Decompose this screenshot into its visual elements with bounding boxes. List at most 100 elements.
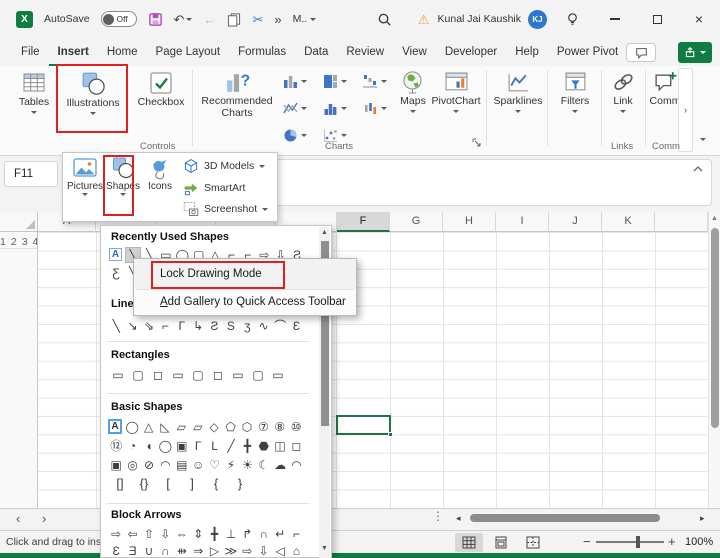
shape-item[interactable]: A	[109, 248, 122, 261]
shape-item[interactable]: ▣	[174, 438, 190, 454]
shape-item[interactable]: Γ	[174, 318, 190, 334]
shape-item[interactable]: ⌐	[288, 526, 304, 542]
shape-item[interactable]: ⇩	[256, 543, 272, 558]
illustrations-button[interactable]: Illustrations	[60, 70, 126, 115]
zoom-slider-knob[interactable]	[636, 536, 640, 548]
formula-bar-collapse-icon[interactable]	[693, 166, 703, 172]
gallery-scroll-down-icon[interactable]: ▼	[319, 545, 330, 552]
shape-item[interactable]: L	[206, 438, 222, 454]
row-header[interactable]: 2	[11, 236, 22, 249]
shape-item[interactable]: ╋	[239, 438, 255, 454]
fill-handle[interactable]	[388, 432, 393, 437]
insert-histogram-chart-button[interactable]	[323, 101, 347, 116]
maximize-button[interactable]	[636, 0, 678, 38]
shape-item[interactable]: ⌐	[157, 318, 173, 334]
shape-item[interactable]: ◺	[157, 419, 173, 435]
shape-item[interactable]: Γ	[190, 438, 206, 454]
screenshot-button[interactable]: Screenshot	[183, 201, 268, 217]
insert-waterfall-chart-button[interactable]	[363, 74, 387, 89]
ribbon-tab[interactable]: Insert	[49, 40, 98, 66]
scrollbar-splitter[interactable]: ⋮	[432, 509, 444, 523]
shape-item[interactable]: ▱	[173, 419, 189, 435]
shape-item[interactable]: ∩	[157, 543, 173, 558]
share-button[interactable]	[678, 42, 712, 63]
shape-item[interactable]: Ƹ	[108, 265, 124, 281]
smartart-button[interactable]: SmartArt	[183, 180, 245, 196]
shape-item[interactable]: ↘	[124, 318, 140, 334]
select-all-corner[interactable]	[0, 212, 38, 232]
shape-item[interactable]: ▱	[190, 419, 206, 435]
checkbox-button[interactable]: Checkbox	[134, 70, 188, 108]
shape-item[interactable]: ☺	[190, 457, 206, 473]
link-button[interactable]: Link	[604, 70, 642, 113]
ribbon-tab[interactable]: View	[393, 40, 436, 66]
zoom-level[interactable]: 100%	[685, 536, 713, 548]
warning-icon[interactable]: ⚠	[418, 13, 430, 26]
shape-item[interactable]: ◻	[208, 367, 228, 383]
insert-column-chart-button[interactable]	[283, 74, 307, 89]
shape-item[interactable]: ▢	[128, 367, 148, 383]
shape-item[interactable]: ◔	[124, 438, 140, 454]
insert-hierarchy-chart-button[interactable]	[323, 74, 347, 89]
row-header[interactable]: 4	[33, 236, 38, 249]
shape-item[interactable]: ▭	[268, 367, 288, 383]
shape-item[interactable]: ↱	[239, 526, 255, 542]
column-header[interactable]: K	[602, 212, 655, 232]
ribbon-tab[interactable]: Page Layout	[147, 40, 230, 66]
zoom-slider-track[interactable]	[596, 541, 664, 543]
insert-line-chart-button[interactable]	[283, 101, 307, 116]
copy-icon[interactable]	[227, 12, 241, 27]
shape-item[interactable]: ⚡	[223, 457, 239, 473]
shape-item[interactable]: ╱	[223, 438, 239, 454]
shape-item[interactable]: ♡	[206, 457, 222, 473]
shape-item[interactable]: ▭	[168, 367, 188, 383]
name-box[interactable]: F11	[4, 161, 58, 187]
shape-item[interactable]: ◠	[288, 457, 304, 473]
shape-item[interactable]: ∪	[141, 543, 157, 558]
shape-item[interactable]: ⬠	[222, 419, 238, 435]
shape-item[interactable]: ◎	[124, 457, 140, 473]
shape-item[interactable]: {	[204, 476, 228, 492]
shape-item[interactable]: ∿	[256, 318, 272, 334]
vertical-scroll-thumb[interactable]	[711, 228, 719, 428]
lightbulb-icon[interactable]	[565, 11, 580, 27]
shape-item[interactable]: ʒ	[239, 318, 255, 334]
ribbon-tab[interactable]: Review	[337, 40, 393, 66]
shape-item[interactable]: ⑩	[288, 419, 304, 435]
insert-stock-chart-button[interactable]	[363, 101, 387, 116]
tables-button[interactable]: Tables	[10, 70, 58, 114]
ribbon-tab[interactable]: File	[12, 40, 49, 66]
menu-item-lock-drawing-mode[interactable]: Lock Drawing Mode	[134, 259, 356, 289]
shape-item[interactable]: ◫	[272, 438, 288, 454]
shape-item[interactable]: ◯	[124, 419, 140, 435]
shape-item[interactable]: △	[140, 419, 156, 435]
shape-item[interactable]: ⇩	[157, 526, 173, 542]
shape-item[interactable]: ⇧	[141, 526, 157, 542]
shape-item[interactable]: ▭	[108, 367, 128, 383]
shape-item[interactable]: ▢	[248, 367, 268, 383]
shape-item[interactable]: Ɛ	[108, 543, 124, 558]
ribbon-tab[interactable]: Formulas	[229, 40, 295, 66]
shape-item[interactable]: ↵	[272, 526, 288, 542]
cut-icon[interactable]: ✂	[252, 13, 263, 26]
shape-item[interactable]: ]	[180, 476, 204, 492]
shape-item[interactable]: ▤	[174, 457, 190, 473]
icons-button[interactable]: Icons	[142, 156, 178, 220]
filters-button[interactable]: Filters	[552, 70, 598, 113]
shape-item[interactable]: A	[108, 419, 122, 434]
shape-item[interactable]: ⇕	[190, 526, 206, 542]
shape-item[interactable]: ⬡	[239, 419, 255, 435]
charts-dialog-launcher[interactable]	[472, 138, 481, 147]
selected-cell-F11[interactable]	[336, 415, 391, 435]
pivotchart-button[interactable]: PivotChart	[430, 70, 482, 113]
ribbon-tab[interactable]: Power Pivot	[548, 40, 627, 66]
avatar[interactable]: KJ	[528, 10, 547, 29]
shape-item[interactable]: ≫	[223, 543, 239, 558]
sheet-prev-icon[interactable]: ‹	[16, 511, 20, 526]
search-icon[interactable]	[377, 12, 392, 27]
shape-item[interactable]: ◇	[206, 419, 222, 435]
menu-item-add-gallery-to-qat[interactable]: Add Gallery to Quick Access Toolbar	[134, 290, 356, 315]
shape-item[interactable]: ◻	[288, 438, 304, 454]
qat-overflow-icon[interactable]: »	[274, 13, 281, 26]
shape-item[interactable]: ∩	[256, 526, 272, 542]
